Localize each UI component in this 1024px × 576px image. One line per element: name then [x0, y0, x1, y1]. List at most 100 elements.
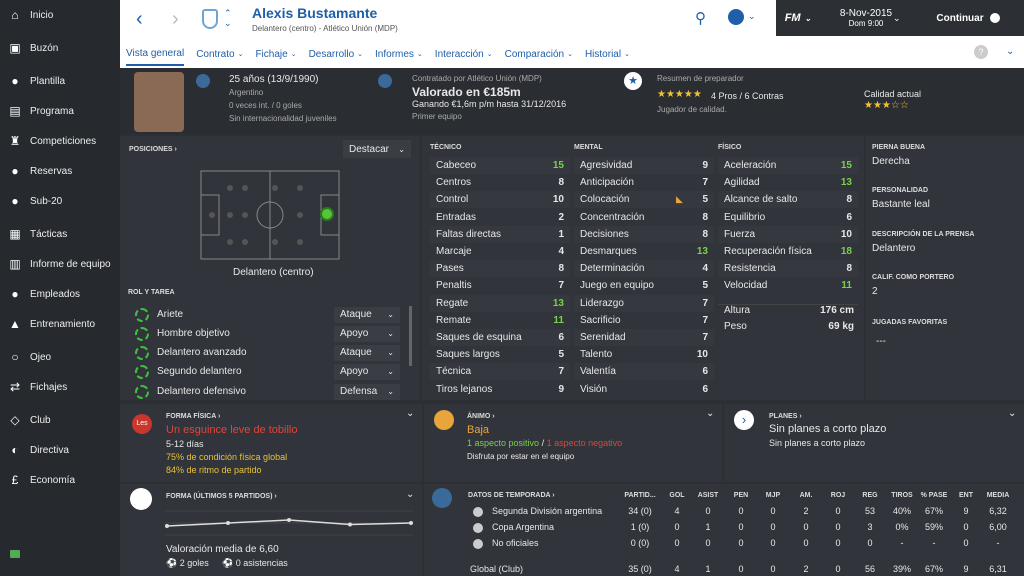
sidebar-item-directiva[interactable]: ◐ Directiva: [0, 439, 120, 461]
continue-button[interactable]: Continuar: [912, 0, 1024, 36]
stats-column-header[interactable]: REG: [852, 492, 888, 499]
stats-total-cell: 0: [770, 564, 776, 574]
tab-interaccion[interactable]: Interacción ⌄: [435, 42, 493, 66]
role-row[interactable]: Ariete Ataque ⌄: [128, 305, 408, 324]
tab-desarrollo[interactable]: Desarrollo ⌄: [309, 42, 363, 66]
form-point[interactable]: [409, 521, 413, 525]
stats-column-header[interactable]: ASIST: [690, 492, 726, 499]
morale-title[interactable]: ÁNIMO ›: [467, 413, 495, 420]
attribute-name: Técnica: [436, 366, 472, 378]
attribute-value: 7: [702, 297, 708, 309]
duty-select[interactable]: Apoyo ⌄: [334, 325, 400, 342]
help-icon[interactable]: ?: [974, 45, 988, 59]
u20-icon: ●: [11, 194, 19, 208]
form-point[interactable]: [287, 518, 291, 522]
form-point[interactable]: [348, 522, 352, 527]
tab-fichaje[interactable]: Fichaje ⌄: [255, 42, 296, 66]
search-icon[interactable]: ⚲: [695, 9, 706, 27]
attribute-name: Determinación: [580, 263, 645, 275]
stats-column-header[interactable]: % PASE: [916, 492, 952, 499]
attribute-value: 8: [846, 263, 852, 275]
player-switch-icon[interactable]: ⌃ ⌄: [224, 8, 232, 28]
form-point[interactable]: [165, 524, 169, 528]
globe-icon[interactable]: [728, 9, 744, 25]
sidebar-item-inicio[interactable]: ⌂ Inicio: [0, 4, 120, 26]
form-point[interactable]: [226, 521, 230, 525]
role-row[interactable]: Segundo delantero Apoyo ⌄: [128, 362, 408, 381]
fitness-title[interactable]: FORMA FÍSICA ›: [166, 413, 220, 420]
chevron-down-icon[interactable]: ⌄: [406, 408, 414, 419]
chevron-down-icon: ⌄: [416, 51, 423, 58]
role-row[interactable]: Hombre objetivo Apoyo ⌄: [128, 324, 408, 343]
duty-select[interactable]: Apoyo ⌄: [334, 363, 400, 380]
stats-column-header[interactable]: AM.: [788, 492, 824, 499]
season-stats-title[interactable]: DATOS DE TEMPORADA ›: [468, 492, 555, 499]
tab-historial[interactable]: Historial ⌄: [585, 42, 630, 66]
tab-contrato[interactable]: Contrato ⌄: [196, 42, 243, 66]
sidebar-item-sub20[interactable]: ● Sub-20: [0, 190, 120, 212]
stats-cell: 1 (0): [630, 522, 650, 532]
attribute-name: Faltas directas: [436, 228, 502, 240]
stats-column-header[interactable]: PARTID...: [622, 492, 658, 499]
positions-title[interactable]: POSICIONES ›: [129, 146, 177, 153]
sidebar-item-economia[interactable]: £ Economía: [0, 469, 120, 491]
role-row[interactable]: Delantero defensivo Defensa ⌄: [128, 382, 408, 401]
attribute-row: Control 10: [430, 191, 570, 209]
stats-column-header[interactable]: TIROS: [884, 492, 920, 499]
duty-select[interactable]: Ataque ⌄: [334, 306, 400, 323]
chevron-down-icon[interactable]: ⌄: [1008, 408, 1016, 419]
sidebar-item-reservas[interactable]: ● Reservas: [0, 160, 120, 182]
attribute-value: 15: [840, 160, 852, 171]
attribute-name: Saques de esquina: [436, 332, 522, 343]
stats-column-header[interactable]: ENT: [948, 492, 984, 499]
tab-vista-general[interactable]: Vista general: [126, 42, 185, 66]
attribute-value: 8: [702, 228, 708, 240]
duty-select[interactable]: Defensa ⌄: [334, 383, 400, 400]
attribute-row: Agresividad 9: [574, 157, 714, 174]
player-name: Alexis Bustamante: [252, 5, 378, 21]
attribute-row: Anticipación 7: [574, 174, 714, 191]
form-goals: ⚽ 2 goles: [166, 558, 209, 568]
chevron-down-icon[interactable]: ⌄: [1006, 46, 1014, 57]
highlight-select[interactable]: Destacar ⌄: [343, 140, 411, 158]
tab-informes[interactable]: Informes ⌄: [375, 42, 423, 66]
roles-scrollbar[interactable]: [409, 306, 412, 366]
attribute-row: Colocación 5: [574, 191, 714, 209]
duty-select[interactable]: Ataque ⌄: [334, 344, 400, 361]
sidebar-item-competiciones[interactable]: ♜ Competiciones: [0, 130, 120, 152]
attribute-name: Entradas: [436, 211, 477, 223]
attribute-value: 9: [702, 160, 708, 171]
stats-column-header[interactable]: MJP: [755, 492, 791, 499]
sidebar-item-buzon[interactable]: ▣ Buzón: [0, 37, 120, 59]
form-title[interactable]: FORMA (ÚLTIMOS 5 PARTIDOS) ›: [166, 493, 277, 500]
attribute-row: Visión 6: [574, 381, 714, 398]
role-row[interactable]: Delantero avanzado Ataque ⌄: [128, 343, 408, 362]
forward-arrow-icon[interactable]: ›: [172, 8, 179, 31]
sidebar-item-ojeo[interactable]: ○ Ojeo: [0, 346, 120, 368]
chevron-down-icon[interactable]: ⌄: [748, 11, 756, 22]
sidebar-item-entrenamiento[interactable]: ▲ Entrenamiento: [0, 313, 120, 335]
fm-menu-button[interactable]: FM ⌄: [776, 0, 820, 36]
sidebar-item-programa[interactable]: ▤ Programa: [0, 100, 120, 122]
plans-title[interactable]: PLANES ›: [769, 413, 802, 420]
attribute-row: Resistencia 8: [718, 260, 858, 278]
chevron-down-icon[interactable]: ⌄: [706, 408, 714, 419]
back-arrow-icon[interactable]: ‹: [136, 8, 143, 31]
tab-comparacion[interactable]: Comparación ⌄: [505, 42, 573, 66]
chevron-down-icon[interactable]: ⌄: [406, 489, 414, 500]
sidebar-item-club[interactable]: ◇ Club: [0, 409, 120, 431]
attribute-value: 6: [702, 366, 708, 378]
chevron-down-icon[interactable]: ⌄: [893, 13, 901, 24]
sidebar-item-informe[interactable]: ▥ Informe de equipo: [0, 253, 120, 275]
stats-column-header[interactable]: MEDIA: [980, 492, 1016, 499]
sidebar-item-tacticas[interactable]: ▦ Tácticas: [0, 223, 120, 245]
sidebar-item-plantilla[interactable]: ● Plantilla: [0, 70, 120, 92]
stats-column-header[interactable]: ROJ: [820, 492, 856, 499]
stats-cell: 53: [864, 506, 875, 516]
stats-column-header[interactable]: PEN: [723, 492, 759, 499]
sidebar-item-fichajes[interactable]: ⇄ Fichajes: [0, 376, 120, 398]
sidebar-item-empleados[interactable]: ● Empleados: [0, 283, 120, 305]
attribute-name: Saques largos: [436, 349, 500, 361]
attribute-value: 18: [840, 246, 852, 257]
ball-icon: ⚽: [166, 558, 178, 568]
